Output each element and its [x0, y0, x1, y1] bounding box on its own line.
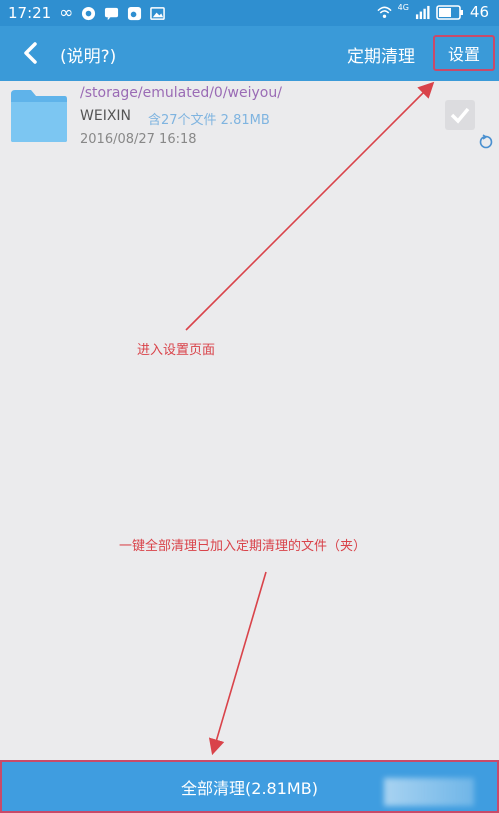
back-arrow-icon[interactable]: [18, 39, 46, 67]
annotation-clean: 一键全部清理已加入定期清理的文件（夹）: [119, 539, 367, 554]
watermark-blur: [384, 778, 474, 806]
status-right: 4G 46: [377, 3, 489, 21]
checkmark-icon: [450, 107, 470, 124]
select-checkbox[interactable]: [445, 100, 475, 130]
battery-icon: [436, 4, 463, 20]
schedule-cycle-icon: [479, 134, 493, 149]
settings-button[interactable]: 设置: [433, 35, 495, 71]
header-title: 定期清理: [347, 47, 415, 67]
battery-level: 46: [469, 3, 489, 21]
clean-all-label: 全部清理(2.81MB): [181, 778, 318, 798]
header-help-link[interactable]: (说明?): [60, 42, 116, 67]
status-time: 17:21: [8, 4, 52, 22]
folder-path: /storage/emulated/0/weiyou/: [80, 85, 282, 101]
app-header: (说明?) 定期清理 设置: [0, 26, 499, 81]
weibo-icon: [128, 6, 142, 20]
message-icon: [105, 7, 119, 20]
folder-icon: [11, 90, 67, 142]
browser-icon: [82, 6, 96, 20]
infinity-icon: ∞: [59, 3, 74, 23]
image-icon: [150, 6, 166, 20]
settings-button-label: 设置: [447, 45, 480, 64]
status-left: 17:21 ∞: [8, 3, 166, 23]
folder-date: 2016/08/27 16:18: [80, 132, 197, 147]
wifi-icon: [377, 6, 392, 18]
folder-list-item[interactable]: /storage/emulated/0/weiyou/ WEIXIN 含27个文…: [0, 82, 499, 154]
status-bar: 17:21 ∞ 4G 46: [0, 0, 499, 26]
folder-name: WEIXIN: [80, 108, 132, 124]
folder-meta: 含27个文件 2.81MB: [148, 113, 270, 128]
annotation-settings: 进入设置页面: [137, 343, 216, 358]
clean-arrow: [208, 571, 267, 756]
network-type: 4G: [397, 2, 409, 12]
signal-icon: [415, 5, 430, 19]
